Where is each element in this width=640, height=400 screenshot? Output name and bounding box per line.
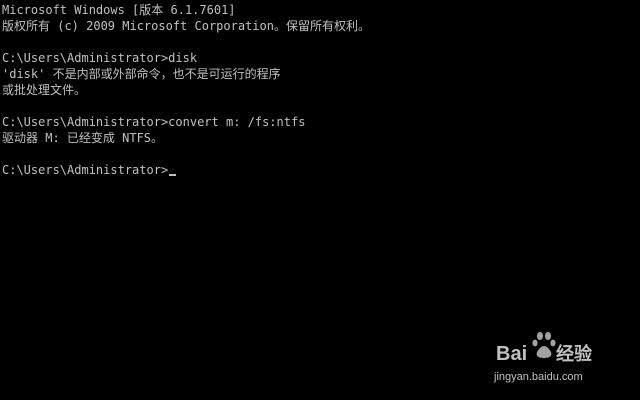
console-window[interactable]: Microsoft Windows [版本 6.1.7601] 版权所有 (c)…	[0, 0, 640, 400]
console-line-error-cont: 或批处理文件。	[2, 83, 87, 97]
watermark-url: jingyan.baidu.com	[493, 371, 583, 383]
console-line-error: 'disk' 不是内部或外部命令，也不是可运行的程序	[2, 67, 281, 81]
console-prompt-line[interactable]: C:\Users\Administrator>	[2, 162, 640, 178]
console-line-copyright: 版权所有 (c) 2009 Microsoft Corporation。保留所有…	[2, 19, 370, 33]
baidu-jingyan-watermark: Bai 经验 jingyan.baidu.com	[493, 332, 593, 383]
watermark-brand-text: Bai	[496, 343, 527, 365]
watermark-brand-cn: 经验	[556, 343, 593, 365]
console-prompt: C:\Users\Administrator>	[2, 163, 169, 177]
paw-icon	[532, 332, 556, 358]
console-line-command-convert: C:\Users\Administrator>convert m: /fs:nt…	[2, 115, 306, 129]
console-line-command-disk: C:\Users\Administrator>disk	[2, 51, 198, 65]
console-line-version: Microsoft Windows [版本 6.1.7601]	[2, 3, 236, 17]
text-cursor	[169, 174, 177, 176]
console-line-convert-result: 驱动器 M: 已经变成 NTFS。	[2, 131, 164, 145]
